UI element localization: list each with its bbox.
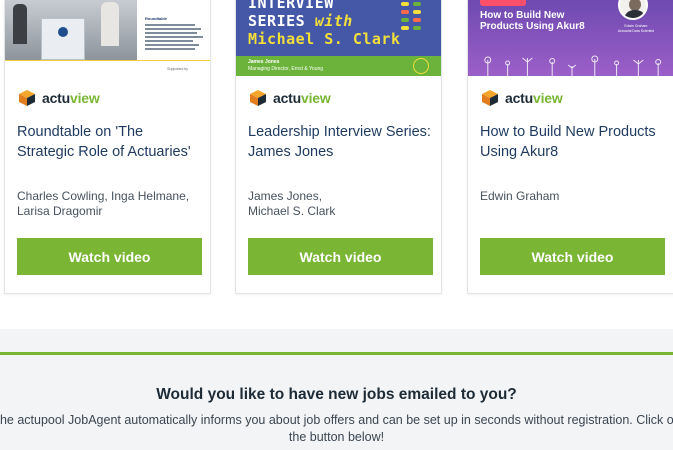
thumbnail-headline: How to Build New Products Using Akur8	[480, 10, 585, 32]
actuview-cube-icon	[19, 90, 35, 106]
brand-suffix: view	[533, 90, 563, 106]
video-title[interactable]: Leadership Interview Series: James Jones	[248, 122, 433, 162]
thumbnail-slide: Roundtable	[141, 0, 210, 60]
badge-icon	[413, 58, 429, 74]
thumbnail-headline: INTERVIEW SERIES with Michael S. Clark	[248, 0, 401, 48]
thumbnail-line: SERIES	[248, 12, 315, 30]
actuview-logo: actuview	[17, 88, 100, 108]
section-divider	[0, 329, 673, 352]
thumbnail-footer: Supported by	[5, 60, 210, 76]
watch-video-button[interactable]: Watch video	[17, 238, 202, 275]
thumbnail-caption: Edwin Graham Actuarial Data Scientist	[618, 24, 654, 34]
video-card[interactable]: Roundtable Supported by actuview Roundta…	[4, 0, 211, 294]
thumbnail-line: Michael S. Clark	[248, 30, 401, 48]
avatar	[618, 0, 648, 20]
brand-prefix: actu	[505, 90, 533, 106]
thumbnail-line: with	[314, 12, 353, 30]
watch-video-button[interactable]: Watch video	[248, 238, 433, 275]
actuview-logo: actuview	[248, 88, 331, 108]
actuview-cube-icon	[250, 90, 266, 106]
video-authors: Edwin Graham	[480, 189, 560, 203]
jobagent-section: Would you like to have new jobs emailed …	[0, 352, 673, 450]
video-authors: Charles Cowling, Inga Helmane, Larisa Dr…	[17, 189, 190, 218]
thumbnail-caption-band: James Jones Managing Director, Ernst & Y…	[236, 56, 441, 76]
brand-prefix: actu	[42, 90, 70, 106]
video-thumbnail[interactable]: INTERVIEW SERIES with Michael S. Clark J…	[236, 0, 441, 76]
brand-suffix: view	[301, 90, 331, 106]
speaker-role: Actuarial Data Scientist	[617, 29, 654, 33]
video-card[interactable]: INTERVIEW SERIES with Michael S. Clark J…	[235, 0, 442, 294]
speaker-name: James Jones	[248, 59, 280, 65]
brand-prefix: actu	[273, 90, 301, 106]
video-card[interactable]: How to Build New Products Using Akur8 Ed…	[467, 0, 673, 294]
jobagent-description: The actupool JobAgent automatically info…	[0, 413, 673, 444]
video-card-list: Roundtable Supported by actuview Roundta…	[0, 0, 673, 300]
video-authors: James Jones, Michael S. Clark	[248, 189, 336, 218]
video-thumbnail[interactable]: Roundtable Supported by	[5, 0, 210, 76]
actuview-logo: actuview	[480, 88, 563, 108]
thumbnail-stage-photo	[5, 0, 137, 60]
speaker-role: Managing Director, Ernst & Young	[248, 66, 324, 72]
thumbnail-line: INTERVIEW	[248, 0, 334, 12]
jobagent-headline: Would you like to have new jobs emailed …	[156, 386, 517, 403]
actuview-cube-icon	[482, 90, 498, 106]
supported-by-label: Supported by	[167, 67, 188, 71]
video-title[interactable]: Roundtable on 'The Strategic Role of Act…	[17, 122, 202, 162]
thumbnail-pattern	[401, 0, 429, 40]
thumbnail-illustration	[484, 55, 662, 76]
watch-video-button[interactable]: Watch video	[480, 238, 665, 275]
video-title[interactable]: How to Build New Products Using Akur8	[480, 122, 660, 162]
video-thumbnail[interactable]: How to Build New Products Using Akur8 Ed…	[468, 0, 673, 76]
brand-suffix: view	[70, 90, 100, 106]
slide-title: Roundtable	[145, 16, 167, 21]
thumbnail-tag	[480, 0, 526, 6]
